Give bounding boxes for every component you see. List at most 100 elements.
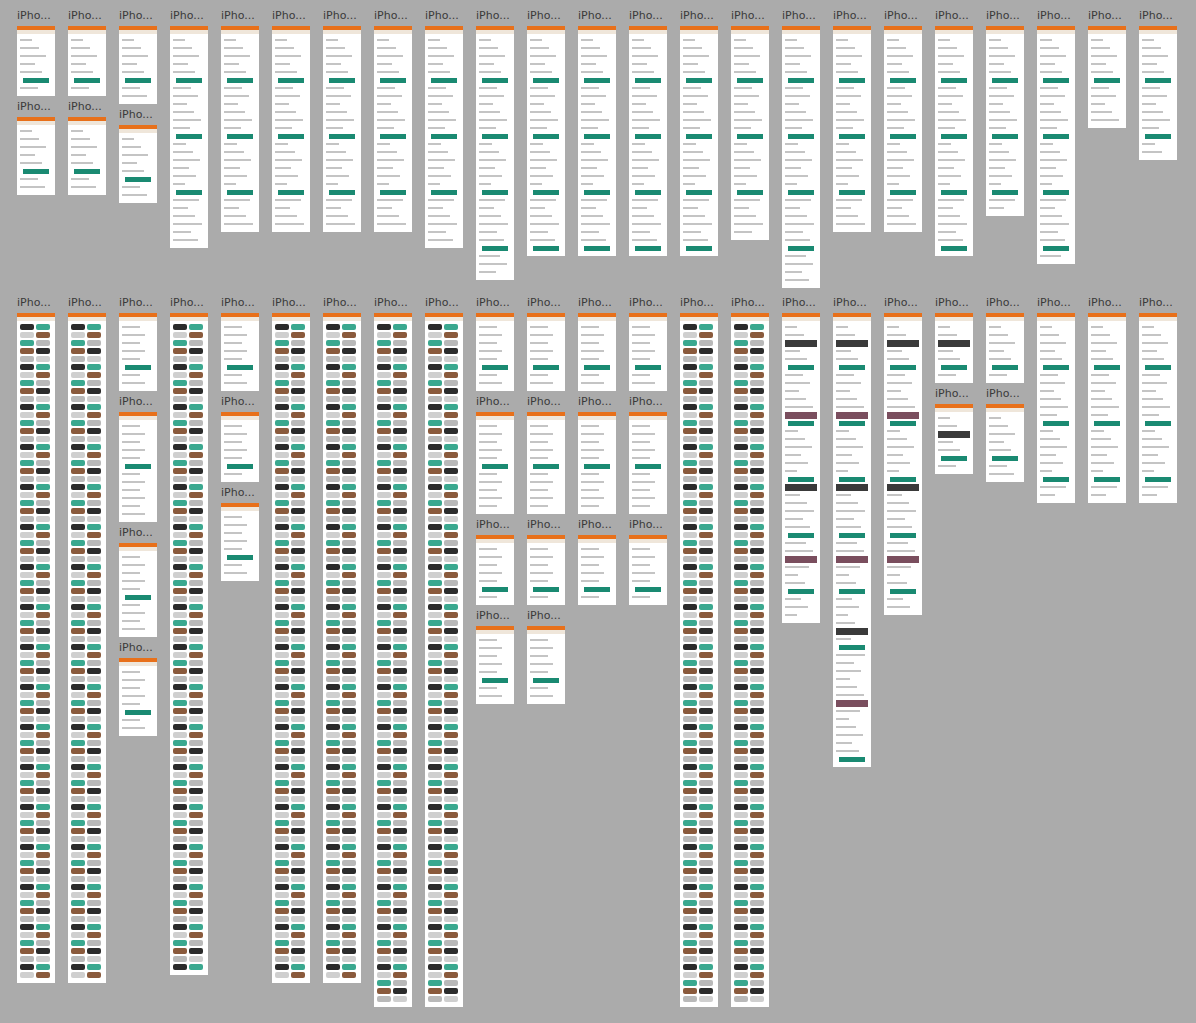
artboard[interactable]: [374, 26, 412, 232]
product-row[interactable]: [17, 803, 55, 811]
action-button[interactable]: [992, 190, 1018, 195]
artboard-label[interactable]: iPho...: [221, 9, 259, 22]
action-button[interactable]: [125, 365, 151, 370]
product-row[interactable]: [68, 395, 106, 403]
artboard[interactable]: [221, 26, 259, 232]
product-row[interactable]: [17, 323, 55, 331]
product-thumb[interactable]: [189, 604, 203, 610]
product-row[interactable]: [170, 563, 208, 571]
product-row[interactable]: [17, 827, 55, 835]
product-thumb[interactable]: [173, 716, 187, 722]
product-row[interactable]: [170, 475, 208, 483]
action-row[interactable]: [629, 188, 667, 196]
product-thumb[interactable]: [87, 668, 101, 674]
product-row[interactable]: [17, 947, 55, 955]
product-thumb[interactable]: [71, 364, 85, 370]
product-thumb[interactable]: [189, 804, 203, 810]
product-thumb[interactable]: [71, 564, 85, 570]
product-row[interactable]: [17, 755, 55, 763]
product-row[interactable]: [17, 555, 55, 563]
action-button[interactable]: [380, 134, 406, 139]
action-button[interactable]: [1145, 78, 1171, 83]
product-row[interactable]: [170, 699, 208, 707]
product-row[interactable]: [17, 355, 55, 363]
product-thumb[interactable]: [189, 396, 203, 402]
action-button[interactable]: [533, 190, 559, 195]
artboard-label[interactable]: iPho...: [17, 296, 55, 309]
product-thumb[interactable]: [20, 548, 34, 554]
product-row[interactable]: [170, 635, 208, 643]
product-thumb[interactable]: [173, 436, 187, 442]
product-thumb[interactable]: [36, 324, 50, 330]
action-row[interactable]: [221, 76, 259, 84]
product-row[interactable]: [68, 747, 106, 755]
product-thumb[interactable]: [20, 516, 34, 522]
product-thumb[interactable]: [20, 364, 34, 370]
product-thumb[interactable]: [71, 700, 85, 706]
artboard[interactable]: [272, 26, 310, 232]
product-row[interactable]: [17, 659, 55, 667]
action-row[interactable]: [170, 76, 208, 84]
product-thumb[interactable]: [87, 852, 101, 858]
product-row[interactable]: [170, 819, 208, 827]
product-row[interactable]: [17, 539, 55, 547]
product-row[interactable]: [170, 547, 208, 555]
product-thumb[interactable]: [87, 836, 101, 842]
product-row[interactable]: [170, 571, 208, 579]
action-button[interactable]: [839, 78, 865, 83]
product-thumb[interactable]: [71, 644, 85, 650]
action-button[interactable]: [584, 134, 610, 139]
action-button[interactable]: [992, 134, 1018, 139]
product-thumb[interactable]: [36, 788, 50, 794]
product-thumb[interactable]: [36, 812, 50, 818]
action-button[interactable]: [278, 190, 304, 195]
artboard[interactable]: [17, 117, 55, 195]
product-row[interactable]: [68, 499, 106, 507]
product-row[interactable]: [68, 803, 106, 811]
action-button[interactable]: [1145, 134, 1171, 139]
product-thumb[interactable]: [189, 652, 203, 658]
product-thumb[interactable]: [36, 620, 50, 626]
action-row[interactable]: [986, 188, 1024, 196]
product-thumb[interactable]: [189, 772, 203, 778]
product-thumb[interactable]: [36, 652, 50, 658]
artboard-label[interactable]: iPho...: [170, 296, 208, 309]
product-row[interactable]: [17, 475, 55, 483]
product-thumb[interactable]: [87, 692, 101, 698]
product-thumb[interactable]: [71, 548, 85, 554]
product-row[interactable]: [170, 619, 208, 627]
product-thumb[interactable]: [87, 956, 101, 962]
action-button[interactable]: [890, 78, 916, 83]
product-thumb[interactable]: [173, 404, 187, 410]
product-thumb[interactable]: [71, 836, 85, 842]
action-row[interactable]: [731, 132, 769, 140]
action-button[interactable]: [635, 190, 661, 195]
product-thumb[interactable]: [87, 828, 101, 834]
product-row[interactable]: [68, 875, 106, 883]
product-thumb[interactable]: [87, 724, 101, 730]
product-thumb[interactable]: [20, 852, 34, 858]
product-thumb[interactable]: [173, 756, 187, 762]
product-thumb[interactable]: [71, 532, 85, 538]
product-thumb[interactable]: [20, 940, 34, 946]
product-thumb[interactable]: [71, 860, 85, 866]
artboard[interactable]: [119, 412, 157, 522]
product-thumb[interactable]: [71, 484, 85, 490]
product-thumb[interactable]: [71, 452, 85, 458]
artboard-label[interactable]: iPho...: [1139, 9, 1177, 22]
product-thumb[interactable]: [71, 508, 85, 514]
product-thumb[interactable]: [87, 452, 101, 458]
product-thumb[interactable]: [87, 492, 101, 498]
product-thumb[interactable]: [87, 876, 101, 882]
artboard[interactable]: [119, 313, 157, 391]
product-thumb[interactable]: [36, 508, 50, 514]
product-row[interactable]: [17, 443, 55, 451]
product-thumb[interactable]: [71, 932, 85, 938]
product-thumb[interactable]: [36, 404, 50, 410]
product-thumb[interactable]: [87, 868, 101, 874]
product-row[interactable]: [68, 699, 106, 707]
product-row[interactable]: [68, 603, 106, 611]
product-thumb[interactable]: [87, 812, 101, 818]
product-thumb[interactable]: [71, 908, 85, 914]
product-thumb[interactable]: [36, 644, 50, 650]
